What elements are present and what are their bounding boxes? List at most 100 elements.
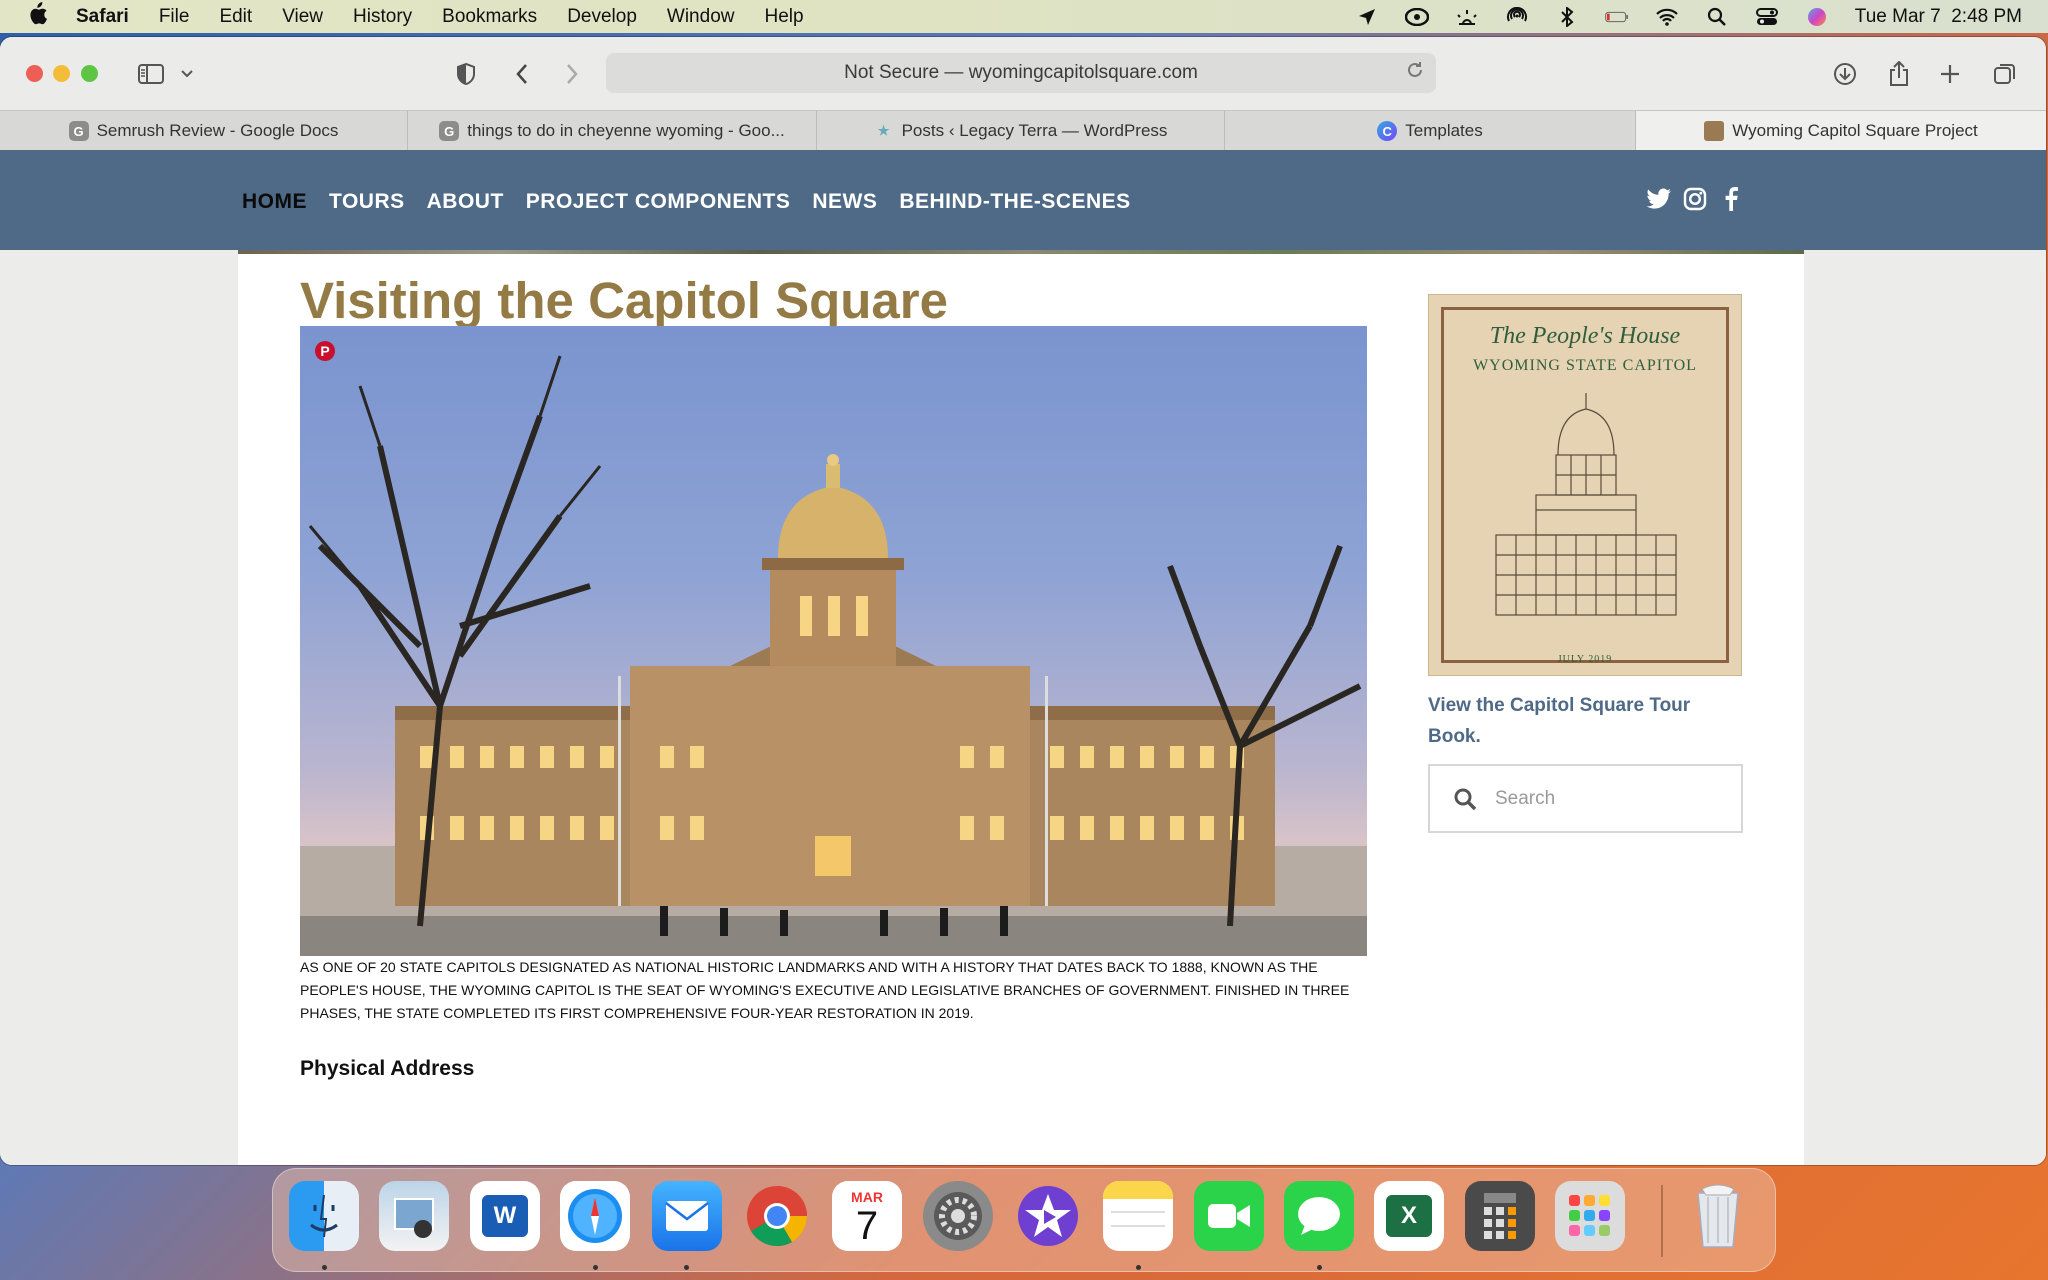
web-page: HOME TOURS ABOUT PROJECT COMPONENTS NEWS… [0,150,2046,1165]
nav-behind-the-scenes[interactable]: BEHIND-THE-SCENES [899,190,1130,214]
book-date: JULY 2019 [1557,654,1613,665]
preview-icon[interactable] [379,1181,449,1251]
bluetooth-icon[interactable] [1555,6,1579,27]
tab-wordpress-posts[interactable]: ★ Posts ‹ Legacy Terra — WordPress [817,111,1225,151]
apple-menu-icon[interactable] [26,1,48,32]
tab-title: Posts ‹ Legacy Terra — WordPress [901,121,1168,140]
spotlight-search-icon[interactable] [1705,7,1729,26]
location-icon[interactable] [1355,8,1379,26]
tour-book-cover[interactable]: The People's House WYOMING STATE CAPITOL [1428,294,1742,676]
system-settings-icon[interactable] [923,1181,993,1251]
battery-icon[interactable] [1604,8,1629,26]
menu-file[interactable]: File [159,6,190,28]
nav-home[interactable]: HOME [242,190,307,214]
capitol-illustration [300,355,1367,956]
downloads-icon[interactable] [1828,57,1862,91]
dock-separator [1661,1185,1663,1257]
menu-window[interactable]: Window [667,6,735,28]
search-box [1428,764,1743,833]
minimize-window-button[interactable] [53,65,70,82]
tab-templates[interactable]: C Templates [1225,111,1636,151]
url-text[interactable]: Not Secure — wyomingcapitolsquare.com [844,62,1198,84]
nav-news[interactable]: NEWS [812,190,877,214]
calendar-month: MAR [851,1189,883,1205]
close-window-button[interactable] [26,65,43,82]
messages-icon[interactable] [1284,1181,1354,1251]
capitol-building-photo: P [300,326,1367,956]
word-icon[interactable]: W [470,1181,540,1251]
reload-icon[interactable] [1406,61,1424,85]
tour-book-link[interactable]: View the Capitol Square Tour Book. [1428,690,1742,752]
tab-overview-icon[interactable] [1988,57,2022,91]
tab-title: things to do in cheyenne wyoming - Goo..… [467,121,785,140]
facetime-icon[interactable] [1194,1181,1264,1251]
sidebar-toggle-icon[interactable] [134,57,168,91]
facebook-icon[interactable] [1718,186,1744,212]
book-title-line2: WYOMING STATE CAPITOL [1473,357,1697,374]
notes-icon[interactable] [1103,1181,1173,1251]
google-docs-icon: G [439,121,460,141]
twitter-icon[interactable] [1646,186,1672,212]
book-title-line1: The People's House [1489,323,1681,349]
menu-history[interactable]: History [353,6,412,28]
tab-semrush-review[interactable]: G Semrush Review - Google Docs [0,111,408,151]
tab-bar: G Semrush Review - Google Docs G things … [0,110,2046,151]
main-content: Visiting the Capitol Square P AS ONE OF … [238,254,1804,1165]
share-icon[interactable] [1882,57,1916,91]
address-bar[interactable]: Not Secure — wyomingcapitolsquare.com [606,53,1436,93]
search-input[interactable] [1495,787,1725,810]
physical-address-heading: Physical Address [300,1057,475,1080]
menu-view[interactable]: View [282,6,323,28]
excel-icon[interactable]: X [1374,1181,1444,1251]
page-title: Visiting the Capitol Square [300,272,948,329]
search-icon[interactable] [1452,786,1478,812]
intro-paragraph: As one of 20 state capitols designated a… [300,959,1350,1021]
menubar-clock[interactable]: Tue Mar 7 2:48 PM [1855,6,2022,28]
site-icon [1704,121,1725,141]
nav-about[interactable]: ABOUT [427,190,504,214]
canva-icon: C [1377,121,1398,141]
menu-bookmarks[interactable]: Bookmarks [442,6,537,28]
mail-icon[interactable] [652,1181,722,1251]
instagram-icon[interactable] [1682,186,1708,212]
menu-bar: Safari File Edit View History Bookmarks … [0,0,2048,33]
finder-icon[interactable] [289,1181,359,1251]
site-nav: HOME TOURS ABOUT PROJECT COMPONENTS NEWS… [242,190,1131,214]
privacy-shield-icon[interactable] [449,57,483,91]
tab-title: Semrush Review - Google Docs [96,121,339,140]
creative-cloud-icon[interactable] [1404,7,1429,26]
tab-wyoming-capitol[interactable]: Wyoming Capitol Square Project [1636,111,2046,151]
safari-window: Not Secure — wyomingcapitolsquare.com G … [0,37,2046,1165]
imovie-icon[interactable] [1013,1181,1083,1251]
new-tab-icon[interactable] [1933,57,1967,91]
pinterest-icon[interactable]: P [315,341,335,361]
menu-help[interactable]: Help [764,6,803,28]
zoom-window-button[interactable] [81,65,98,82]
airdrop-icon[interactable] [1505,6,1529,26]
menu-app-name[interactable]: Safari [76,6,129,28]
forward-icon[interactable] [555,57,589,91]
chrome-icon[interactable] [742,1181,812,1251]
nav-project-components[interactable]: PROJECT COMPONENTS [526,190,791,214]
nav-tours[interactable]: TOURS [329,190,405,214]
back-icon[interactable] [505,57,539,91]
tab-things-to-do[interactable]: G things to do in cheyenne wyoming - Goo… [408,111,817,151]
chevron-down-icon[interactable] [170,57,204,91]
trash-icon[interactable] [1683,1181,1753,1251]
control-center-icon[interactable] [1755,7,1779,26]
tab-title: Wyoming Capitol Square Project [1732,121,1978,140]
social-links [1646,186,1744,212]
dock: W MAR 7 X [272,1168,1776,1272]
menu-edit[interactable]: Edit [219,6,252,28]
menu-develop[interactable]: Develop [567,6,637,28]
google-docs-icon: G [68,121,89,141]
site-header: HOME TOURS ABOUT PROJECT COMPONENTS NEWS… [0,150,2046,250]
launchpad-icon[interactable] [1555,1181,1625,1251]
calendar-day: 7 [855,1204,879,1248]
calendar-icon[interactable]: MAR 7 [832,1181,902,1251]
siri-icon[interactable] [1805,7,1829,26]
wifi-icon[interactable] [1655,8,1679,26]
brightness-icon[interactable] [1455,8,1479,26]
calculator-icon[interactable] [1465,1181,1535,1251]
safari-icon[interactable] [560,1181,630,1251]
